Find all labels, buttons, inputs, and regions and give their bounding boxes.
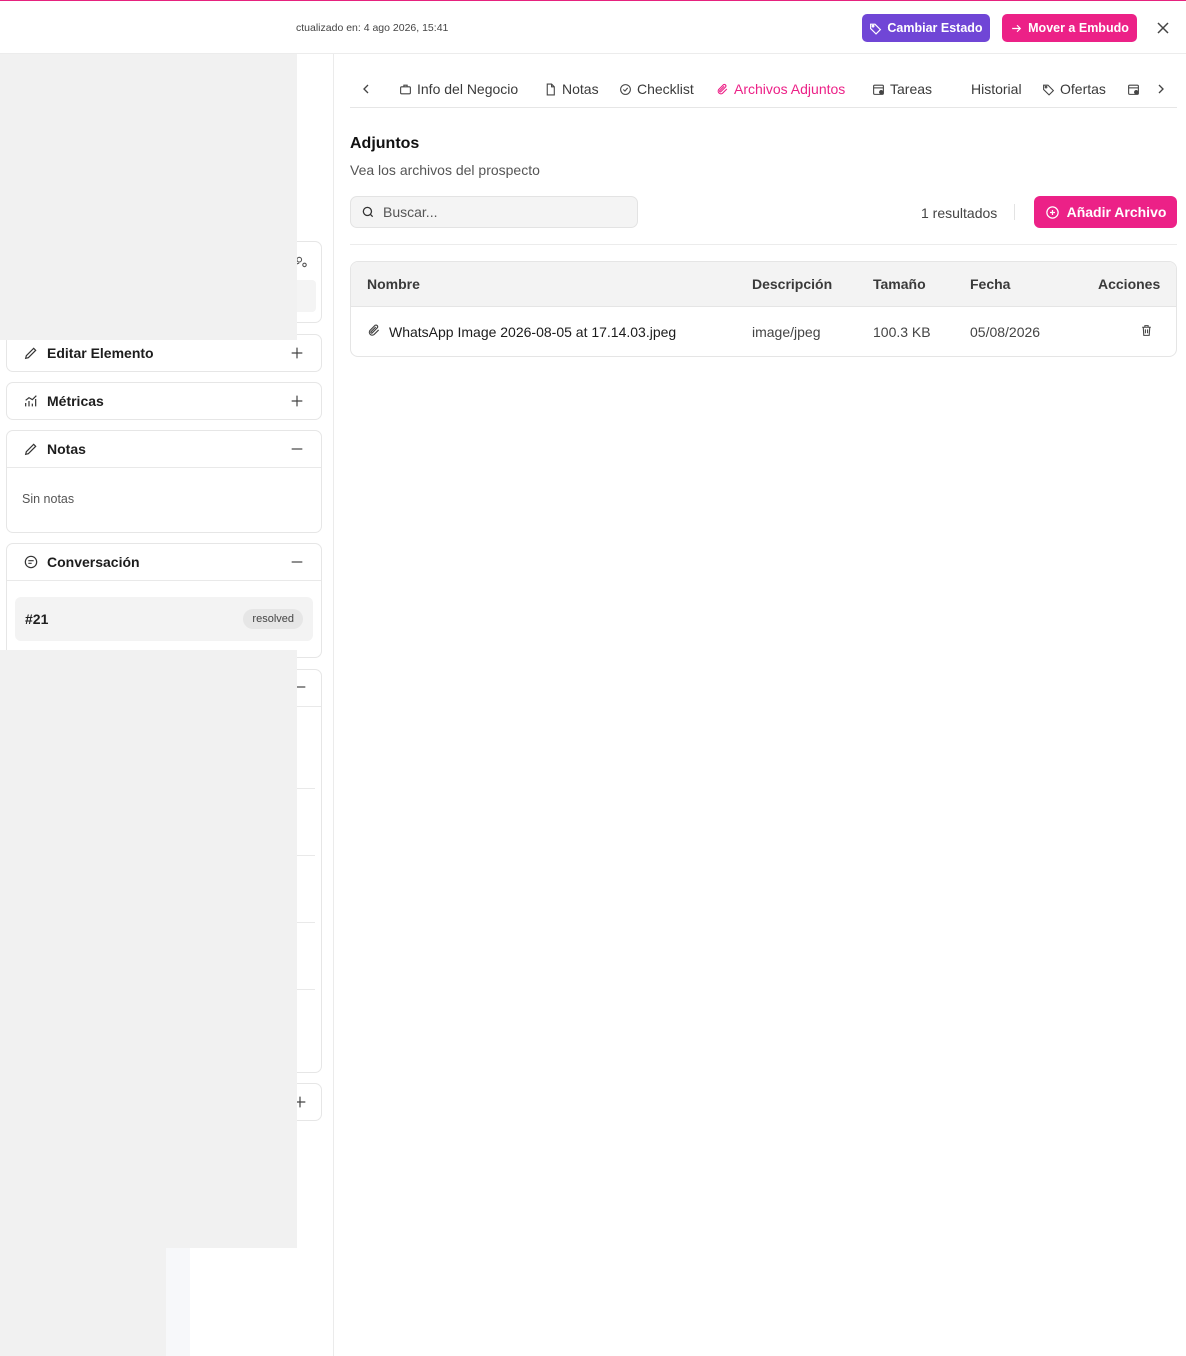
tab-label: Ofertas	[1060, 81, 1106, 97]
column-header-acciones: Acciones	[1098, 276, 1161, 292]
chart-icon	[23, 393, 39, 409]
tab-label: Tareas	[890, 81, 933, 97]
briefcase-icon	[399, 83, 412, 96]
calendar-icon	[872, 83, 885, 96]
search-input[interactable]	[383, 204, 613, 220]
notes-empty-text: Sin notas	[22, 492, 75, 506]
tag-icon	[870, 23, 882, 35]
paperclip-icon	[367, 324, 381, 341]
tab-info-negocio[interactable]: Info del Negocio	[399, 72, 518, 106]
tab-label: Info del Negocio	[417, 81, 519, 97]
overlay-block	[0, 650, 297, 1248]
tab-label: Historial	[971, 81, 1022, 97]
add-file-label: Añadir Archivo	[1066, 204, 1167, 220]
add-file-button[interactable]: Añadir Archivo	[1034, 196, 1177, 228]
section-title: Adjuntos	[350, 135, 420, 152]
metrics-label: Métricas	[47, 393, 104, 409]
chevron-left-icon[interactable]	[358, 81, 374, 97]
tab-bar: Info del Negocio Notas Checklist Archivo…	[350, 72, 1177, 108]
file-date: 05/08/2026	[970, 324, 1041, 340]
conversation-label: Conversación	[47, 554, 140, 570]
trash-icon[interactable]	[1140, 324, 1153, 340]
attachments-table: Nombre Descripción Tamaño Fecha Acciones…	[350, 261, 1177, 357]
minus-icon[interactable]	[289, 441, 305, 457]
tab-checklist[interactable]: Checklist	[619, 72, 694, 106]
conversation-card: Conversación #21 resolved	[6, 543, 322, 658]
conversation-item[interactable]: #21 resolved	[15, 597, 313, 641]
change-state-label: Cambiar Estado	[887, 21, 983, 35]
results-count: 1 resultados	[921, 205, 998, 221]
file-size: 100.3 KB	[873, 324, 931, 340]
tab-more[interactable]	[1127, 72, 1140, 106]
tab-archivos-adjuntos[interactable]: Archivos Adjuntos	[716, 72, 845, 106]
notes-card: Notas Sin notas	[6, 430, 322, 533]
plus-icon[interactable]	[289, 345, 305, 361]
tab-label: Archivos Adjuntos	[734, 81, 846, 97]
status-badge: resolved	[243, 609, 303, 629]
edit-element-label: Editar Elemento	[47, 345, 154, 361]
close-icon[interactable]	[1153, 18, 1173, 38]
tab-tareas[interactable]: Tareas	[872, 72, 932, 106]
divider	[1014, 204, 1015, 220]
tab-label: Notas	[562, 81, 599, 97]
calendar-icon	[1127, 83, 1140, 96]
tag-icon	[1042, 83, 1055, 96]
plus-icon[interactable]	[289, 393, 305, 409]
paperclip-icon	[716, 83, 729, 96]
file-description: image/jpeg	[752, 324, 821, 340]
table-header: Nombre Descripción Tamaño Fecha Acciones	[351, 262, 1176, 307]
file-icon	[544, 83, 557, 96]
arrow-right-icon	[1012, 24, 1022, 32]
metrics-card[interactable]: Métricas	[6, 382, 322, 420]
overlay-strip	[166, 1248, 190, 1356]
search-icon	[362, 206, 374, 218]
table-row[interactable]: WhatsApp Image 2026-08-05 at 17.14.03.jp…	[351, 307, 1176, 356]
tab-historial[interactable]: Historial	[971, 72, 1022, 106]
top-bar: ctualizado en: 4 ago 2026, 15:41 Cambiar…	[0, 0, 1186, 54]
updated-timestamp: ctualizado en: 4 ago 2026, 15:41	[296, 22, 449, 34]
change-state-button[interactable]: Cambiar Estado	[862, 14, 990, 42]
move-funnel-button[interactable]: Mover a Embudo	[1002, 14, 1137, 42]
notes-label: Notas	[47, 441, 86, 457]
tab-notas[interactable]: Notas	[544, 72, 599, 106]
section-subtitle: Vea los archivos del prospecto	[350, 162, 540, 178]
plus-circle-icon	[1045, 205, 1059, 219]
tab-ofertas[interactable]: Ofertas	[1042, 72, 1106, 106]
pencil-icon	[23, 441, 39, 457]
search-box[interactable]	[350, 196, 638, 228]
file-name[interactable]: WhatsApp Image 2026-08-05 at 17.14.03.jp…	[389, 324, 676, 340]
overlay-block	[0, 54, 297, 340]
column-header-descripcion[interactable]: Descripción	[752, 276, 832, 292]
pencil-icon	[23, 345, 39, 361]
tab-label: Checklist	[637, 81, 694, 97]
message-icon	[23, 554, 39, 570]
minus-icon[interactable]	[289, 554, 305, 570]
column-header-tamano[interactable]: Tamaño	[873, 276, 926, 292]
conversation-id: #21	[25, 611, 49, 627]
move-funnel-label: Mover a Embudo	[1028, 21, 1129, 35]
column-header-fecha[interactable]: Fecha	[970, 276, 1010, 292]
overlay-block	[0, 1248, 166, 1356]
chevron-right-icon[interactable]	[1153, 81, 1169, 97]
divider	[350, 244, 1177, 245]
column-header-nombre[interactable]: Nombre	[367, 276, 420, 292]
check-circle-icon	[619, 83, 632, 96]
